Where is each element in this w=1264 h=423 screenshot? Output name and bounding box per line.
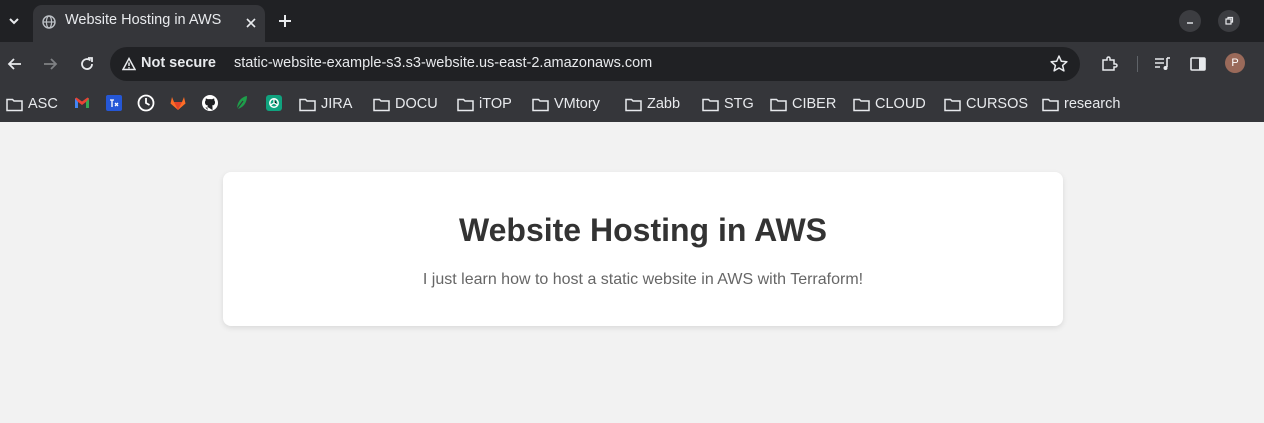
bookmark-folder-itop[interactable]: iTOP [457,93,512,115]
bookmark-folder-research[interactable]: research [1042,93,1120,115]
page-content: Website Hosting in AWS I just learn how … [0,122,1264,423]
bookmark-folder-ciber[interactable]: CIBER [770,93,836,115]
openai-icon[interactable] [265,94,283,112]
tab-search-button[interactable] [2,8,26,34]
folder-icon [625,98,642,111]
folder-icon [299,98,316,111]
warning-icon [122,57,136,71]
bookmark-folder-asc[interactable]: ASC [6,93,58,115]
gmail-icon[interactable] [73,94,91,112]
reload-icon [81,57,93,70]
bookmark-folder-docu[interactable]: DOCU [373,93,438,115]
plus-icon [279,15,291,27]
page-heading: Website Hosting in AWS [458,212,827,248]
tab-strip: Website Hosting in AWS [0,0,1264,42]
restore-icon [1225,16,1234,25]
content-card: Website Hosting in AWS I just learn how … [223,172,1063,326]
clock-icon[interactable] [137,94,155,112]
url-text[interactable]: static-website-example-s3.s3-website.us-… [234,55,652,71]
folder-icon [6,98,23,111]
folder-icon [853,98,870,111]
bookmarks-bar: ASC JIRA DOCU iTOP VMtory Zabb STG CIBER… [0,86,1264,122]
folder-icon [944,98,961,111]
folder-icon [702,98,719,111]
media-controls-button[interactable] [1150,52,1174,76]
close-tab-button[interactable] [242,14,260,32]
close-icon [246,18,256,28]
gitlab-icon[interactable] [169,94,187,112]
reload-button[interactable] [75,52,99,76]
puzzle-icon [1102,56,1118,71]
app-icon[interactable] [105,94,123,112]
restore-button[interactable] [1218,10,1240,32]
queue-music-icon [1155,57,1170,70]
active-tab[interactable]: Website Hosting in AWS [33,5,265,42]
side-panel-icon [1190,57,1206,71]
bookmark-folder-stg[interactable]: STG [702,93,754,115]
arrow-right-icon [44,58,58,70]
chevron-down-icon [9,18,19,25]
globe-icon [42,15,56,29]
side-panel-button[interactable] [1186,52,1210,76]
bookmark-folder-cloud[interactable]: CLOUD [853,93,926,115]
profile-avatar[interactable]: P [1225,53,1245,73]
browser-toolbar: Not secure static-website-example-s3.s3-… [0,42,1264,86]
forward-button[interactable] [38,52,62,76]
tab-title: Website Hosting in AWS [65,12,222,28]
bookmark-folder-cursos[interactable]: CURSOS [944,93,1028,115]
folder-icon [770,98,787,111]
folder-icon [1042,98,1059,111]
bookmark-star-icon[interactable] [1048,53,1070,75]
address-bar[interactable]: Not secure static-website-example-s3.s3-… [110,47,1080,81]
bookmark-folder-zabb[interactable]: Zabb [625,93,680,115]
security-indicator[interactable]: Not secure [141,55,216,71]
minimize-icon [1187,22,1193,24]
leaf-icon[interactable] [233,94,251,112]
extensions-button[interactable] [1097,52,1121,76]
page-text: I just learn how to host a static websit… [422,271,864,288]
bookmark-folder-vmtory[interactable]: VMtory [532,93,600,115]
arrow-left-icon [7,58,21,70]
github-icon[interactable] [201,94,219,112]
folder-icon [373,98,390,111]
new-tab-button[interactable] [274,9,296,33]
back-button[interactable] [3,52,27,76]
bookmark-folder-jira[interactable]: JIRA [299,93,352,115]
toolbar-separator [1137,56,1138,72]
folder-icon [457,98,474,111]
folder-icon [532,98,549,111]
minimize-button[interactable] [1179,10,1201,32]
